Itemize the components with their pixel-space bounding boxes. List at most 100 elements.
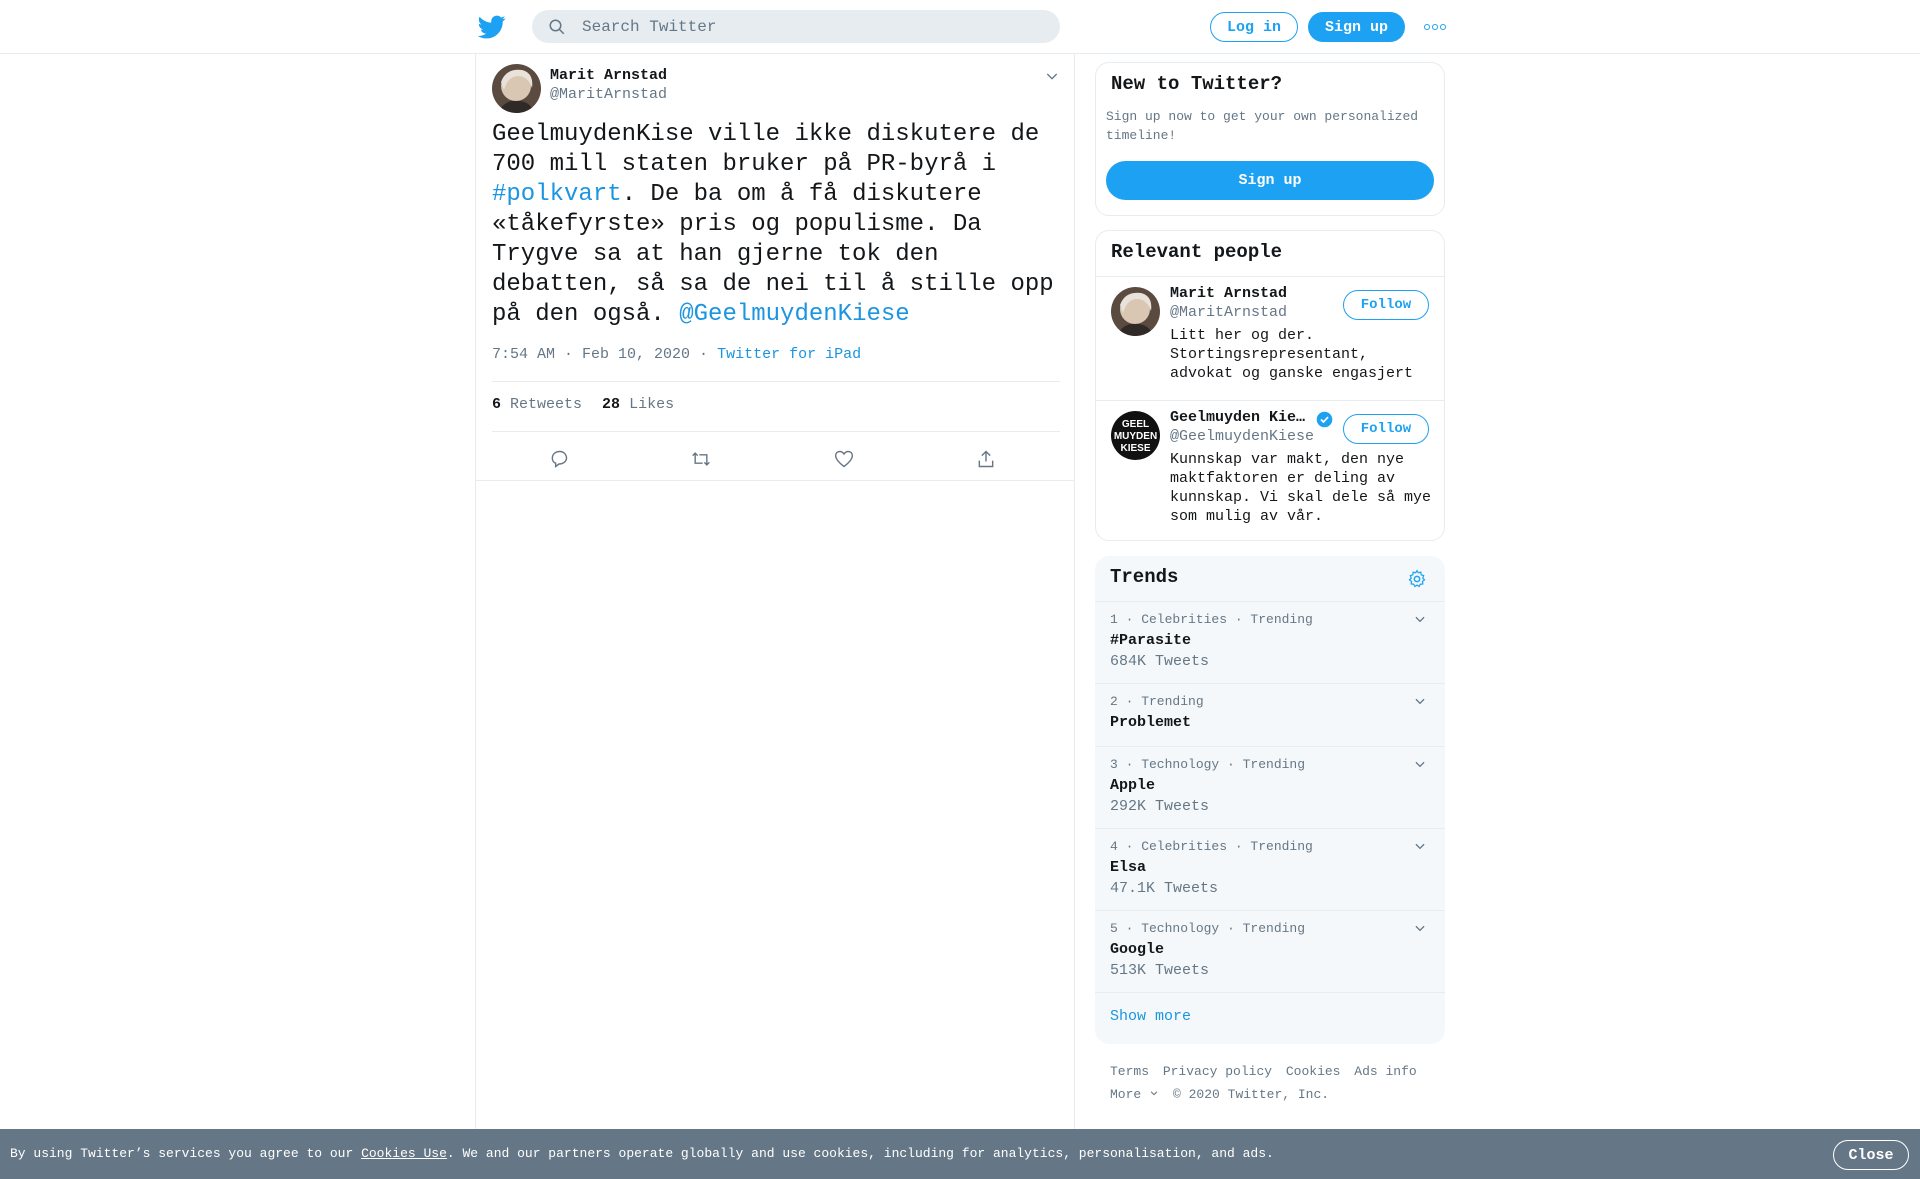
person-name[interactable]: Geelmuyden Kiese <box>1170 409 1310 426</box>
person-handle[interactable]: @MaritArnstad <box>1170 304 1287 321</box>
hashtag-link[interactable]: #polkvart <box>492 181 622 208</box>
cookie-consent-bar: By using Twitter’s services you agree to… <box>0 1129 1920 1179</box>
card-title: New to Twitter? <box>1111 73 1283 95</box>
tweet-author-name[interactable]: Marit Arnstad <box>550 67 667 84</box>
trend-count: 513K Tweets <box>1110 962 1210 979</box>
trend-meta: 2 · Trending <box>1110 694 1204 709</box>
avatar-logo-text: MUYDEN <box>1114 431 1157 442</box>
chevron-down-icon <box>1150 1091 1158 1096</box>
tweet-column: Marit Arnstad @MaritArnstad GeelmuydenKi… <box>475 54 1075 1130</box>
trend-name[interactable]: Elsa <box>1110 859 1146 876</box>
avatar-logo-text: KIESE <box>1120 443 1150 454</box>
tweet-actions <box>492 444 1060 474</box>
likes-label: Likes <box>629 396 675 413</box>
retweets-label: Retweets <box>510 396 583 413</box>
likes-count: 28 <box>602 396 621 413</box>
trend-count: 292K Tweets <box>1110 798 1210 815</box>
privacy-link[interactable]: Privacy policy <box>1163 1064 1272 1079</box>
new-to-twitter-card: New to Twitter? Sign up now to get your … <box>1095 62 1445 216</box>
avatar-logo-text: GEEL <box>1122 419 1149 430</box>
avatar[interactable] <box>1111 287 1160 336</box>
cookies-link[interactable]: Cookies <box>1286 1064 1341 1079</box>
trend-meta: 3 · Technology · Trending <box>1110 757 1306 772</box>
divider <box>492 381 1060 382</box>
card-title: Trends <box>1110 566 1179 588</box>
trends-header: Trends <box>1095 556 1445 602</box>
terms-link[interactable]: Terms <box>1110 1064 1149 1079</box>
mention-link[interactable]: @GeelmuydenKiese <box>679 301 909 328</box>
show-more-link[interactable]: Show more <box>1110 1008 1191 1025</box>
verified-badge-icon <box>1316 411 1333 433</box>
divider <box>476 480 1074 481</box>
close-button[interactable]: Close <box>1833 1140 1909 1170</box>
trend-meta: 5 · Technology · Trending <box>1110 921 1306 936</box>
trend-name[interactable]: #Parasite <box>1110 632 1191 649</box>
trend-meta: 1 · Celebrities · Trending <box>1110 612 1313 627</box>
likes-stat[interactable]: 28 Likes <box>602 396 674 413</box>
chevron-down-icon[interactable] <box>1413 694 1427 713</box>
cookie-text-after: . We and our partners operate globally a… <box>446 1146 1274 1161</box>
trend-item[interactable]: 3 · Technology · Trending Apple 292K Twe… <box>1095 747 1445 829</box>
tweet-meta: 7:54 AM · Feb 10, 2020 · Twitter for iPa… <box>492 346 861 363</box>
more-label: More <box>1110 1087 1142 1102</box>
tweet-text: GeelmuydenKise ville ikke diskutere de 7… <box>492 120 1067 330</box>
card-title: Relevant people <box>1111 241 1283 263</box>
divider <box>492 431 1060 432</box>
follow-button[interactable]: Follow <box>1343 290 1429 320</box>
avatar[interactable]: GEEL MUYDEN KIESE <box>1111 411 1160 460</box>
tweet-stats: 6 Retweets 28 Likes <box>492 396 674 413</box>
trend-name[interactable]: Apple <box>1110 777 1155 794</box>
gear-icon[interactable] <box>1407 569 1427 594</box>
trend-item[interactable]: 1 · Celebrities · Trending #Parasite 684… <box>1095 602 1445 684</box>
retweet-icon[interactable] <box>686 444 716 474</box>
cookie-text: By using Twitter’s services you agree to… <box>10 1146 1274 1161</box>
chevron-down-icon[interactable] <box>1413 612 1427 631</box>
trend-item[interactable]: 5 · Technology · Trending Google 513K Tw… <box>1095 911 1445 993</box>
chevron-down-icon[interactable] <box>1044 68 1060 89</box>
chevron-down-icon[interactable] <box>1413 921 1427 940</box>
copyright-text: © 2020 Twitter, Inc. <box>1173 1087 1330 1102</box>
trend-count: 684K Tweets <box>1110 653 1210 670</box>
ads-info-link[interactable]: Ads info <box>1354 1064 1416 1079</box>
search-input[interactable] <box>582 10 1042 43</box>
sidebar-signup-button[interactable]: Sign up <box>1106 161 1434 200</box>
trend-name[interactable]: Google <box>1110 941 1164 958</box>
follow-button[interactable]: Follow <box>1343 414 1429 444</box>
cookie-text-before: By using Twitter’s services you agree to… <box>10 1146 362 1161</box>
person-item[interactable]: Marit Arnstad @MaritArnstad Litt her og … <box>1096 276 1444 400</box>
trend-meta: 4 · Celebrities · Trending <box>1110 839 1313 854</box>
search-bar <box>532 10 1060 43</box>
chevron-down-icon[interactable] <box>1413 839 1427 858</box>
retweets-count: 6 <box>492 396 502 413</box>
person-item[interactable]: GEEL MUYDEN KIESE Geelmuyden Kiese @Geel… <box>1096 400 1444 540</box>
trend-name[interactable]: Problemet <box>1110 714 1191 731</box>
tweet-text-part: GeelmuydenKise ville ikke diskutere de 7… <box>492 121 1040 178</box>
person-name[interactable]: Marit Arnstad <box>1170 285 1310 302</box>
trend-count: 47.1K Tweets <box>1110 880 1219 897</box>
login-button[interactable]: Log in <box>1210 12 1298 42</box>
top-navbar: Log in Sign up <box>0 0 1920 54</box>
more-link[interactable]: More <box>1110 1087 1159 1102</box>
more-options-icon[interactable] <box>1424 20 1446 34</box>
cookies-use-link[interactable]: Cookies Use <box>361 1146 447 1161</box>
search-icon <box>548 18 566 41</box>
person-bio: Litt her og der. Stortingsrepresentant, … <box>1170 327 1414 382</box>
tweet-timestamp[interactable]: 7:54 AM · Feb 10, 2020 <box>492 346 690 363</box>
tweet-source-link[interactable]: Twitter for iPad <box>717 346 861 363</box>
avatar[interactable] <box>492 64 541 113</box>
meta-separator: · <box>690 346 718 363</box>
person-bio: Kunnskap var makt, den nye maktfaktoren … <box>1170 451 1432 525</box>
twitter-bird-icon[interactable] <box>477 13 506 41</box>
signup-button[interactable]: Sign up <box>1308 12 1405 42</box>
reply-icon[interactable] <box>544 444 574 474</box>
retweets-stat[interactable]: 6 Retweets <box>492 396 582 413</box>
signup-description: Sign up now to get your own personalized… <box>1106 109 1419 143</box>
tweet-author-handle[interactable]: @MaritArnstad <box>550 86 667 103</box>
chevron-down-icon[interactable] <box>1413 757 1427 776</box>
like-heart-icon[interactable] <box>829 444 859 474</box>
share-icon[interactable] <box>971 444 1001 474</box>
relevant-people-card: Relevant people Marit Arnstad @MaritArns… <box>1095 230 1445 541</box>
person-handle[interactable]: @GeelmuydenKiese <box>1170 428 1314 445</box>
trend-item[interactable]: 2 · Trending Problemet <box>1095 684 1445 747</box>
trend-item[interactable]: 4 · Celebrities · Trending Elsa 47.1K Tw… <box>1095 829 1445 911</box>
